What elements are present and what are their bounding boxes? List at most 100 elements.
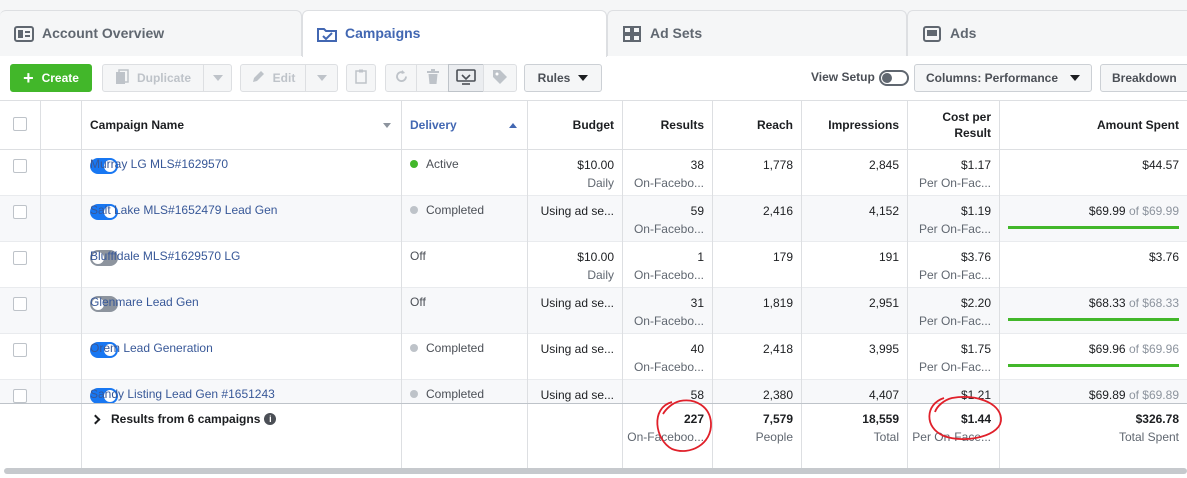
reach-value: 1,819 (762, 296, 793, 310)
summary-label-cell[interactable]: Results from 6 campaigns i (82, 404, 402, 468)
column-header-cost-per-result[interactable]: Cost per Result (908, 101, 1000, 149)
campaign-name-link[interactable]: Glenmare Lead Gen (90, 295, 199, 309)
row-checkbox[interactable] (13, 251, 27, 265)
refresh-button[interactable] (385, 64, 417, 92)
duplicate-button[interactable]: Duplicate (102, 64, 204, 92)
impressions-value: 2,845 (868, 158, 899, 172)
column-header-amount-spent[interactable]: Amount Spent (1000, 101, 1187, 149)
view-setup-toggle[interactable] (879, 70, 909, 86)
rules-button[interactable]: Rules (524, 64, 602, 92)
chevron-down-icon (578, 75, 589, 81)
reach-cell: 2,418 (713, 334, 802, 380)
tab-label: Ad Sets (650, 25, 703, 41)
duplicate-dropdown-button[interactable] (203, 64, 232, 92)
results-type: On-Facebo... (633, 314, 704, 328)
tab-ads[interactable]: Ads (907, 10, 1187, 56)
delivery-cell: Off (402, 242, 528, 288)
cost-per-result-cell: $1.17 Per On-Fac... (908, 150, 1000, 196)
campaign-name-link[interactable]: Salt Lake MLS#1652479 Lead Gen (90, 203, 277, 217)
column-header-reach[interactable]: Reach (713, 101, 802, 149)
account-overview-icon (14, 25, 34, 43)
results-value: 31 (690, 296, 704, 310)
ab-test-icon (456, 68, 476, 88)
sort-up-icon[interactable] (509, 123, 517, 128)
column-header-delivery[interactable]: Delivery (402, 101, 528, 149)
info-icon[interactable]: i (264, 413, 277, 425)
delete-button[interactable] (416, 64, 449, 92)
row-select-cell (0, 288, 41, 334)
impressions-value: 4,152 (868, 204, 899, 218)
table-row[interactable]: Murray LG MLS#1629570 Active $10.00 Daily 38… (0, 150, 1187, 196)
reach-value: 2,380 (762, 388, 793, 402)
column-header-name[interactable]: Campaign Name (82, 101, 402, 149)
impressions-cell: 2,951 (802, 288, 908, 334)
tab-label: Campaigns (345, 25, 421, 41)
campaign-name-link[interactable]: Murray LG MLS#1629570 (90, 157, 228, 171)
row-checkbox[interactable] (13, 343, 27, 357)
cost-per-result-value: $1.21 (960, 388, 991, 402)
toggle-column-header (41, 101, 82, 149)
table-row[interactable]: Orem Lead Generation Completed Using ad se… (0, 334, 1187, 380)
tab-campaigns[interactable]: Campaigns (302, 10, 607, 57)
row-checkbox[interactable] (13, 205, 27, 219)
column-header-budget[interactable]: Budget (528, 101, 623, 149)
row-checkbox[interactable] (13, 297, 27, 311)
amount-spent-cell: $69.99 of $69.99 (1000, 196, 1187, 242)
campaigns-table: Campaign Name Delivery Budget Results Re… (0, 100, 1187, 468)
table-row[interactable]: Blufffdale MLS#1629570 LG Off $10.00 Daily 1… (0, 242, 1187, 288)
create-button[interactable]: + Create (10, 64, 92, 92)
column-header-results[interactable]: Results (623, 101, 713, 149)
grid-icon (622, 25, 642, 43)
budget-value: Using ad se... (540, 204, 614, 218)
table-row[interactable]: Salt Lake MLS#1652479 Lead Gen Completed U… (0, 196, 1187, 242)
row-select-cell (0, 150, 41, 196)
row-select-cell (0, 334, 41, 380)
cost-per-result-value: $3.76 (960, 250, 991, 264)
edit-button[interactable]: Edit (240, 64, 306, 92)
tag-icon (492, 69, 508, 88)
budget-type: Daily (587, 176, 614, 190)
row-checkbox[interactable] (13, 159, 27, 173)
reach-cell: 2,416 (713, 196, 802, 242)
campaign-name-cell: Glenmare Lead Gen (82, 288, 402, 334)
campaign-name-link[interactable]: Orem Lead Generation (90, 341, 213, 355)
select-all-cell (0, 101, 41, 149)
delivery-status: Completed (410, 203, 484, 217)
campaign-name-cell: Salt Lake MLS#1652479 Lead Gen (82, 196, 402, 242)
spend-progress-bar (1008, 318, 1179, 321)
impressions-cell: 3,995 (802, 334, 908, 380)
select-all-checkbox[interactable] (13, 117, 27, 131)
delivery-status: Completed (410, 341, 484, 355)
summary-results-cell: 227 On-Faceboo... (623, 404, 713, 468)
breakdown-button[interactable]: Breakdown (1100, 64, 1187, 92)
tab-ad-sets[interactable]: Ad Sets (607, 10, 907, 56)
results-cell: 31 On-Facebo... (623, 288, 713, 334)
cost-per-result-type: Per On-Fac... (918, 314, 991, 328)
impressions-value: 4,407 (868, 388, 899, 402)
amount-spent-value: $44.57 (1142, 158, 1179, 172)
campaign-name-link[interactable]: Sandy Listing Lead Gen #1651243 (90, 387, 275, 401)
row-checkbox[interactable] (13, 389, 27, 403)
amount-spent-cell: $44.57 (1000, 150, 1187, 196)
results-from-label[interactable]: Results from 6 campaigns i (90, 412, 277, 426)
spend-progress-bar (1008, 226, 1179, 229)
columns-button[interactable]: Columns: Performance (914, 64, 1092, 92)
sort-down-icon[interactable] (383, 123, 391, 128)
plus-icon: + (23, 68, 34, 88)
summary-budget-cell (528, 404, 623, 468)
tab-account-overview[interactable]: Account Overview (0, 10, 302, 56)
results-value: 40 (690, 342, 704, 356)
clipboard-button[interactable] (346, 64, 376, 92)
campaign-name-link[interactable]: Blufffdale MLS#1629570 LG (90, 249, 240, 263)
ad-icon (922, 25, 942, 43)
column-header-impressions[interactable]: Impressions (802, 101, 908, 149)
table-row[interactable]: Glenmare Lead Gen Off Using ad se... 31 On-F… (0, 288, 1187, 334)
tag-button[interactable] (483, 64, 517, 92)
summary-spacer (0, 404, 82, 468)
results-value: 58 (690, 388, 704, 402)
edit-dropdown-button[interactable] (305, 64, 338, 92)
horizontal-scrollbar[interactable] (4, 468, 1187, 474)
chevron-down-icon (316, 75, 327, 81)
ab-test-button[interactable] (448, 64, 484, 92)
reach-value: 179 (772, 250, 793, 264)
